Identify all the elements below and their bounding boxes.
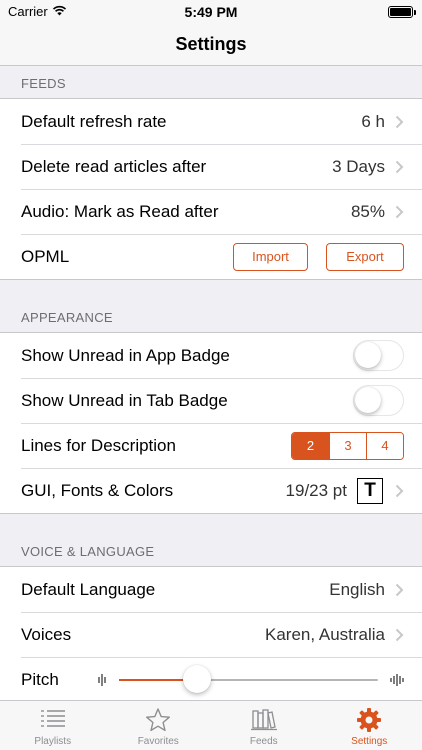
pitch-slider[interactable]	[97, 664, 404, 693]
refresh-rate-value: 6 h	[361, 111, 385, 131]
appearance-group: Show Unread in App Badge Show Unread in …	[0, 332, 422, 514]
unread-app-badge-label: Show Unread in App Badge	[21, 345, 230, 365]
pitch-label: Pitch	[21, 669, 59, 689]
gui-fonts-label: GUI, Fonts & Colors	[21, 480, 174, 500]
section-header-appearance: APPEARANCE	[21, 310, 113, 325]
delete-read-label: Delete read articles after	[21, 156, 207, 176]
refresh-rate-label: Default refresh rate	[21, 111, 167, 131]
lines-segmented-control: 2 3 4	[291, 431, 404, 460]
unread-app-badge-row: Show Unread in App Badge	[0, 333, 422, 378]
gui-fonts-row[interactable]: GUI, Fonts & Colors 19/23 pt T	[0, 468, 422, 513]
settings-list[interactable]: FEEDS Default refresh rate 6 h Delete re…	[0, 66, 422, 700]
chevron-right-icon	[395, 160, 404, 173]
pitch-slider-track	[118, 664, 378, 693]
pitch-slider-thumb[interactable]	[182, 664, 211, 693]
low-pitch-icon	[98, 673, 106, 686]
lines-description-label: Lines for Description	[21, 435, 176, 455]
pitch-row: Pitch	[0, 657, 422, 700]
tab-settings[interactable]: Settings	[317, 701, 422, 750]
default-language-label: Default Language	[21, 579, 156, 599]
lines-option-3[interactable]: 3	[329, 432, 366, 459]
tab-bar: Playlists Favorites Feeds Settings	[0, 700, 422, 750]
unread-app-badge-toggle[interactable]	[353, 340, 404, 371]
section-header-voice: VOICE & LANGUAGE	[21, 544, 155, 559]
lines-description-row: Lines for Description 2 3 4	[0, 423, 422, 468]
unread-tab-badge-toggle[interactable]	[353, 385, 404, 416]
delete-read-row[interactable]: Delete read articles after 3 Days	[0, 144, 422, 189]
books-icon	[250, 706, 278, 734]
import-button[interactable]: Import	[233, 242, 308, 271]
high-pitch-icon	[390, 673, 404, 686]
voices-label: Voices	[21, 624, 72, 644]
page-title: Settings	[175, 34, 247, 54]
tab-label: Feeds	[249, 736, 278, 747]
star-icon	[144, 706, 172, 734]
chevron-right-icon	[395, 484, 404, 497]
tab-playlists[interactable]: Playlists	[0, 701, 106, 750]
battery-icon	[388, 6, 416, 18]
lines-option-2[interactable]: 2	[292, 432, 329, 459]
default-language-row[interactable]: Default Language English	[0, 567, 422, 612]
section-header-feeds: FEEDS	[21, 76, 66, 91]
voices-value: Karen, Australia	[264, 624, 385, 644]
tab-label: Settings	[351, 736, 388, 747]
voices-row[interactable]: Voices Karen, Australia	[0, 612, 422, 657]
unread-tab-badge-row: Show Unread in Tab Badge	[0, 378, 422, 423]
chevron-right-icon	[395, 628, 404, 641]
chevron-right-icon	[395, 115, 404, 128]
opml-label: OPML	[21, 246, 70, 266]
gear-icon	[355, 706, 383, 734]
lines-option-4[interactable]: 4	[366, 432, 403, 459]
audio-mark-value: 85%	[350, 201, 385, 221]
unread-tab-badge-label: Show Unread in Tab Badge	[21, 390, 228, 410]
audio-mark-row[interactable]: Audio: Mark as Read after 85%	[0, 189, 422, 234]
list-icon	[39, 706, 67, 734]
export-button[interactable]: Export	[326, 242, 404, 271]
status-time: 5:49 PM	[184, 4, 238, 20]
delete-read-value: 3 Days	[332, 156, 385, 176]
tab-feeds[interactable]: Feeds	[211, 701, 317, 750]
voice-group: Default Language English Voices Karen, A…	[0, 566, 422, 700]
navigation-bar: Settings	[0, 24, 422, 66]
font-size-icon: T	[357, 477, 383, 504]
opml-row: OPML Import Export	[0, 234, 422, 279]
default-language-value: English	[329, 579, 385, 599]
chevron-right-icon	[395, 205, 404, 218]
chevron-right-icon	[395, 583, 404, 596]
feeds-group: Default refresh rate 6 h Delete read art…	[0, 98, 422, 280]
audio-mark-label: Audio: Mark as Read after	[21, 201, 219, 221]
tab-label: Favorites	[137, 736, 179, 747]
status-bar: Carrier 5:49 PM	[0, 0, 422, 24]
refresh-rate-row[interactable]: Default refresh rate 6 h	[0, 99, 422, 144]
tab-favorites[interactable]: Favorites	[106, 701, 212, 750]
tab-label: Playlists	[34, 736, 72, 747]
gui-fonts-value: 19/23 pt	[285, 480, 347, 500]
